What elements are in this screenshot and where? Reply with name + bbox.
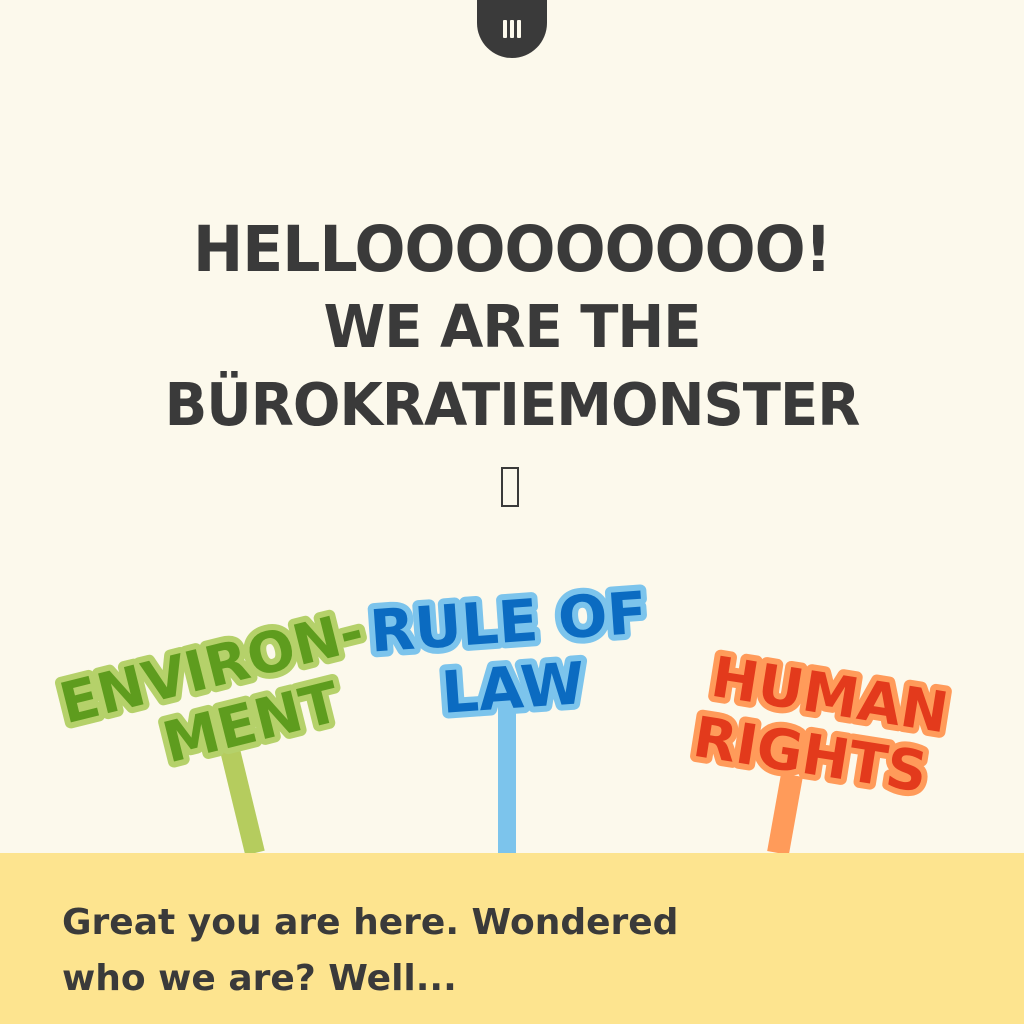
intro-text-line-1: Great you are here. Wondered [62, 902, 679, 943]
hero-line-3: BÜROKRATIEMONSTER [164, 371, 861, 441]
menu-button[interactable] [477, 0, 547, 58]
sign-environment: ENVIRON- MENT [40, 593, 376, 856]
sign-rule-of-law-line-2: LAW [439, 649, 587, 727]
hero-line-1: HELLOOOOOOOOO! [193, 213, 832, 288]
sign-human-rights: HUMAN RIGHTS [680, 635, 960, 855]
intro-text: Great you are here. Wondered who we are?… [62, 895, 702, 1007]
hero-line-2: WE ARE THE [323, 293, 701, 363]
intro-section: Great you are here. Wondered who we are?… [0, 853, 1024, 1024]
intro-text-line-2: who we are? Well... [62, 958, 457, 999]
hero-heading: HELLOOOOOOOOO! WE ARE THE BÜROKRATIEMONS… [0, 211, 1024, 445]
sign-rule-of-law: RULE OF LAW [362, 565, 660, 853]
missing-glyph-icon [501, 467, 519, 507]
menu-icon [503, 20, 521, 38]
sign-rule-of-law-line-1: RULE OF [368, 578, 650, 665]
